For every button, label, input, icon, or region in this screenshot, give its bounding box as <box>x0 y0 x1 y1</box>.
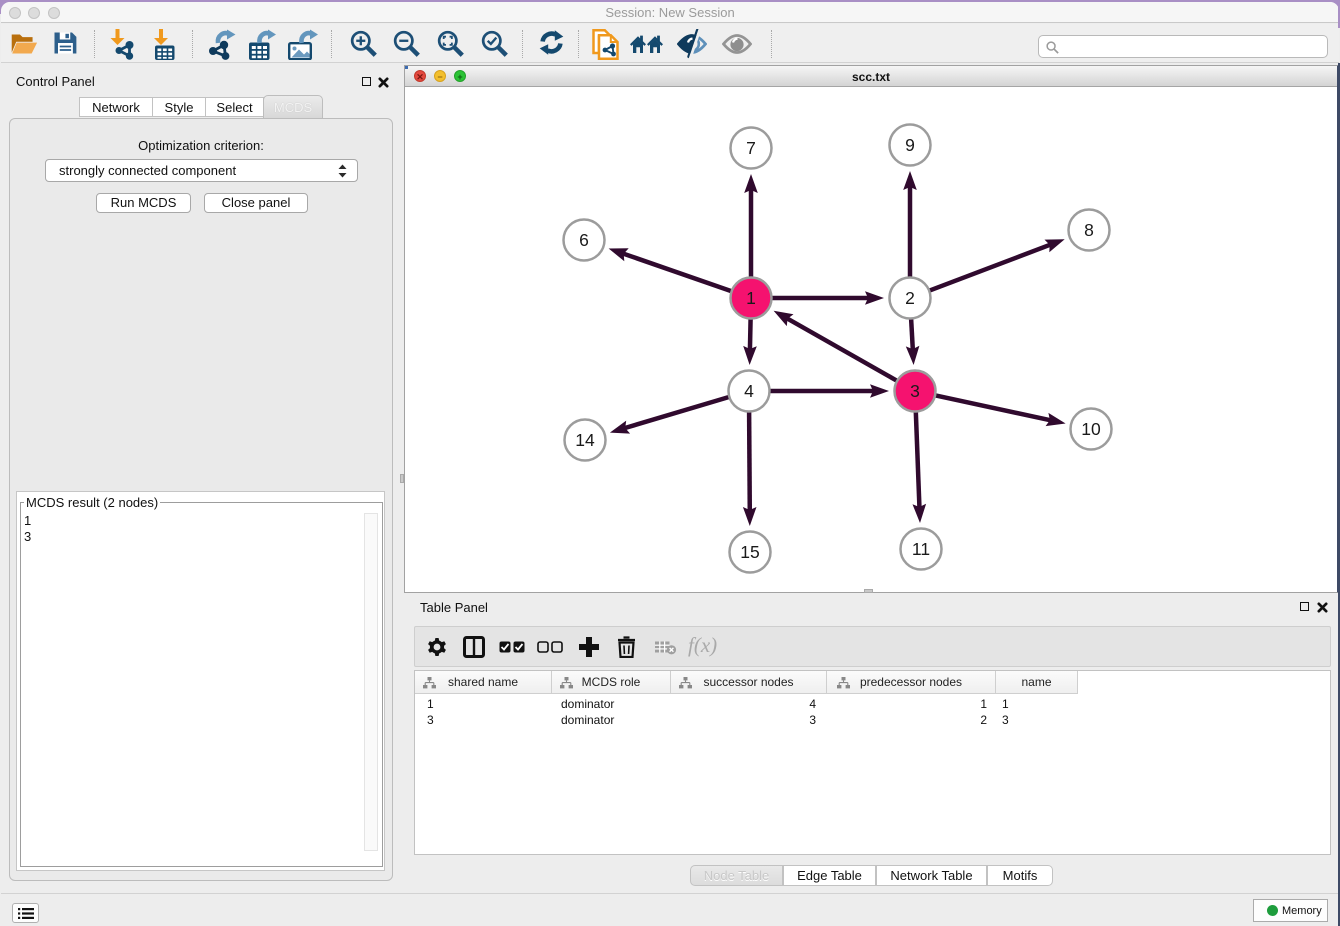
svg-text:1: 1 <box>746 288 756 308</box>
svg-text:11: 11 <box>912 539 930 559</box>
svg-text:7: 7 <box>746 138 756 158</box>
svg-text:6: 6 <box>579 230 589 250</box>
svg-text:4: 4 <box>744 381 754 401</box>
svg-text:14: 14 <box>575 430 595 450</box>
svg-text:8: 8 <box>1084 220 1094 240</box>
svg-text:10: 10 <box>1081 419 1101 439</box>
svg-text:15: 15 <box>740 542 759 562</box>
svg-text:9: 9 <box>905 135 915 155</box>
svg-text:3: 3 <box>910 381 920 401</box>
svg-text:2: 2 <box>905 288 915 308</box>
